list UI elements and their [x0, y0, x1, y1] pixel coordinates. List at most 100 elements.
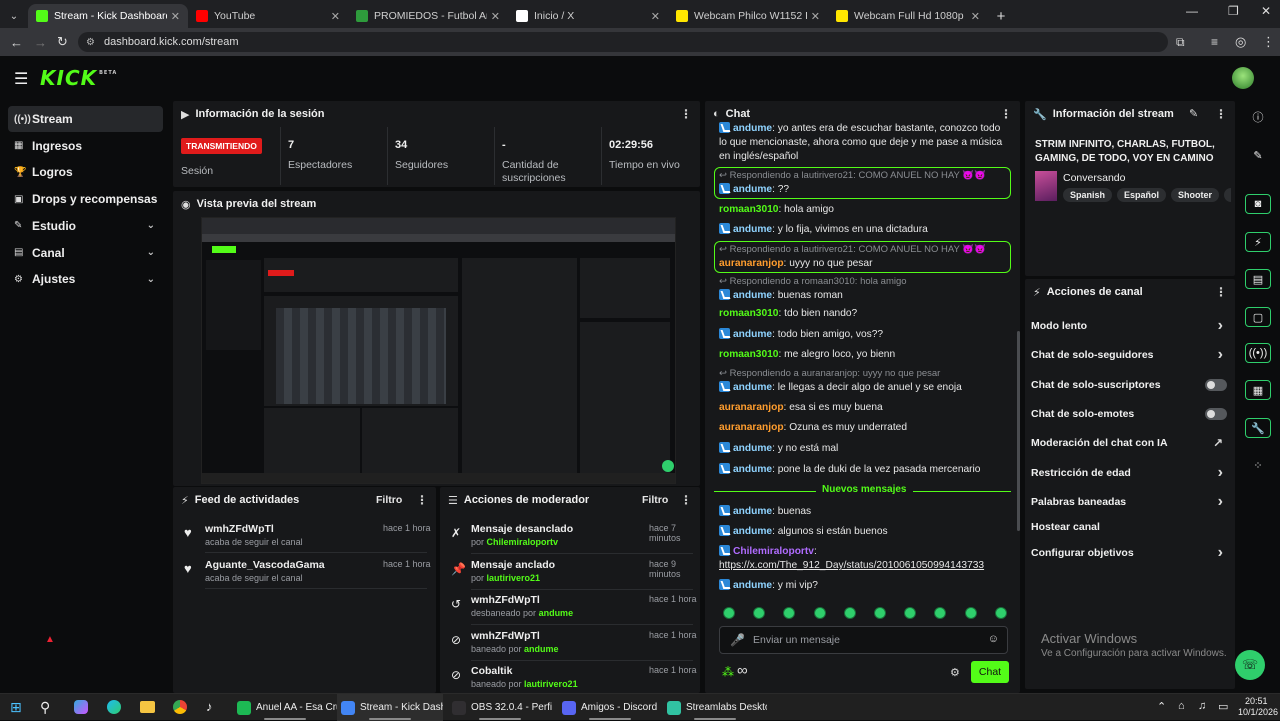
- site-info-icon[interactable]: ⚙: [86, 37, 95, 48]
- browser-tab[interactable]: Stream - Kick Dashboard ✕: [28, 4, 188, 28]
- profile-icon[interactable]: ◎: [1235, 34, 1246, 50]
- tab-close-icon[interactable]: ✕: [171, 10, 180, 23]
- stream-preview-video[interactable]: [201, 217, 676, 484]
- chat-message[interactable]: Chilemiraloportv: https://x.com/The_912_D…: [719, 545, 1009, 573]
- media-controls-icon[interactable]: ≡: [1211, 35, 1218, 49]
- chat-settings-icon[interactable]: ⚙: [950, 666, 960, 679]
- channel-action-moderaci-n-del-chat-con-ia[interactable]: Moderación del chat con IA ↗: [1031, 434, 1227, 452]
- chat-username[interactable]: auranaranjop: [719, 422, 784, 433]
- tab-close-icon[interactable]: ✕: [971, 10, 980, 23]
- chat-menu-icon[interactable]: ⋮: [1000, 107, 1012, 121]
- taskbar-app[interactable]: Stream - Kick Dash...: [337, 694, 443, 721]
- broadcast-icon[interactable]: ((•)): [1245, 343, 1271, 363]
- file-explorer-icon[interactable]: [140, 701, 155, 713]
- chat-username[interactable]: romaan3010: [719, 349, 778, 360]
- mod-action-user[interactable]: lautirivero21: [524, 679, 578, 689]
- forward-icon[interactable]: →: [34, 35, 47, 50]
- chat-message[interactable]: andume: yo antes era de escuchar bastant…: [719, 122, 1009, 164]
- channel-action-palabras-baneadas[interactable]: Palabras baneadas ›: [1031, 493, 1227, 511]
- taskbar-app[interactable]: Amigos - Discord: [558, 694, 662, 721]
- tab-close-icon[interactable]: ✕: [811, 10, 820, 23]
- mod-filter-button[interactable]: Filtro: [642, 494, 668, 506]
- emote-icon[interactable]: [813, 607, 826, 619]
- taskbar-app[interactable]: OBS 32.0.4 - Perfil: ...: [448, 694, 552, 721]
- chat-username[interactable]: andume: [733, 224, 772, 235]
- browser-tab[interactable]: Webcam Philco W1152 Full Hd ✕: [668, 4, 828, 28]
- toggle-switch[interactable]: [1205, 379, 1227, 391]
- chat-username[interactable]: romaan3010: [719, 204, 778, 215]
- sidebar-item-drops[interactable]: ▣ Drops y recompensas: [8, 186, 163, 212]
- channel-action-chat-de-solo-suscriptores[interactable]: Chat de solo-suscriptores: [1031, 376, 1227, 394]
- tiktok-icon[interactable]: ♪: [206, 699, 213, 714]
- stream-tag[interactable]: Shooter: [1171, 188, 1220, 202]
- chrome-icon[interactable]: [173, 700, 187, 714]
- layout-icon[interactable]: ▦: [1245, 380, 1271, 400]
- edit-icon[interactable]: ✎: [1245, 145, 1271, 165]
- volume-icon[interactable]: ♫: [1198, 700, 1206, 712]
- chat-message[interactable]: ↩ Respondiendo a romaan3010: hola amigo a…: [719, 275, 1009, 303]
- mod-action-user[interactable]: andume: [524, 644, 559, 654]
- chat-message[interactable]: auranaranjop: Ozuna es muy underrated: [719, 421, 1009, 435]
- chat-message[interactable]: ↩ Respondiendo a lautirivero21: COMO ANU…: [719, 243, 1009, 271]
- chat-username[interactable]: andume: [733, 290, 772, 301]
- browser-tab[interactable]: PROMIEDOS - Futbol Argentino ✕: [348, 4, 508, 28]
- users-icon[interactable]: ⁘: [1245, 455, 1271, 475]
- mod-action-user[interactable]: andume: [539, 608, 574, 618]
- tab-search-button[interactable]: ⌄: [0, 4, 28, 28]
- chat-message[interactable]: auranaranjop: esa si es muy buena: [719, 401, 1009, 415]
- reload-icon[interactable]: ↻: [57, 34, 68, 50]
- category-thumbnail[interactable]: [1035, 171, 1057, 201]
- channel-action-hostear-canal[interactable]: Hostear canal: [1031, 518, 1227, 536]
- category-name[interactable]: Conversando: [1063, 172, 1125, 184]
- emote-icon[interactable]: [874, 607, 886, 619]
- chat-username[interactable]: andume: [733, 123, 772, 134]
- chat-message[interactable]: andume: y lo fija, vivimos en una dictad…: [719, 223, 1009, 237]
- tab-close-icon[interactable]: ✕: [491, 10, 500, 23]
- feed-username[interactable]: wmhZFdWpTl: [205, 523, 274, 535]
- chat-message[interactable]: romaan3010: tdo bien nando?: [719, 307, 1009, 321]
- search-icon[interactable]: ⚲: [40, 699, 50, 716]
- sidebar-item-canal[interactable]: ▤ Canal ⌄: [8, 240, 163, 266]
- sidebar-item-logros[interactable]: 🏆 Logros: [8, 159, 163, 185]
- channel-actions-menu-icon[interactable]: ⋮: [1215, 285, 1227, 299]
- stream-info-menu-icon[interactable]: ⋮: [1215, 107, 1227, 121]
- new-messages-divider[interactable]: Nuevos mensajes: [714, 484, 1011, 498]
- mod-actions-menu-icon[interactable]: ⋮: [680, 493, 692, 507]
- browser-tab[interactable]: Inicio / X ✕: [508, 4, 668, 28]
- chat-username[interactable]: auranaranjop: [719, 402, 784, 413]
- emote-icon[interactable]: [964, 607, 977, 619]
- user-avatar[interactable]: [1232, 67, 1254, 89]
- chat-username[interactable]: auranaranjop: [719, 258, 784, 269]
- show-hidden-icons-icon[interactable]: ⌃: [1157, 700, 1166, 713]
- browser-tab[interactable]: Webcam Full Hd 1080p Camara ✕: [828, 4, 988, 28]
- feed-username[interactable]: Aguante_VascodaGama: [205, 559, 325, 571]
- toggle-switch[interactable]: [1205, 408, 1227, 420]
- clock-date[interactable]: 10/1/2026: [1238, 707, 1278, 717]
- edit-stream-info-icon[interactable]: ✎: [1189, 107, 1198, 120]
- channel-points-icon[interactable]: ⁂: [722, 665, 734, 679]
- chat-username[interactable]: andume: [733, 580, 772, 591]
- sidebar-item-stream[interactable]: ((•)) Stream: [8, 106, 163, 132]
- mod-action-user[interactable]: Chilemiraloportv: [487, 537, 559, 547]
- hamburger-menu-icon[interactable]: ☰: [14, 69, 28, 89]
- new-tab-button[interactable]: +: [988, 4, 1014, 28]
- chat-message[interactable]: romaan3010: me alegro loco, yo bienn: [719, 348, 1009, 362]
- sidebar-item-estudio[interactable]: ✎ Estudio ⌄: [8, 213, 163, 239]
- channel-action-chat-de-solo-emotes[interactable]: Chat de solo-emotes: [1031, 405, 1227, 423]
- send-chat-button[interactable]: Chat: [971, 661, 1009, 683]
- microphone-icon[interactable]: 🎤: [730, 633, 745, 647]
- chat-message[interactable]: andume: buenas: [719, 505, 1009, 519]
- restore-window-button[interactable]: ❐: [1228, 4, 1239, 18]
- chat-input-box[interactable]: 🎤 Enviar un mensaje ☺: [719, 626, 1008, 654]
- close-window-button[interactable]: ✕: [1261, 4, 1271, 18]
- stream-tag[interactable]: chill: [1224, 188, 1231, 202]
- minimize-window-button[interactable]: —: [1186, 4, 1198, 18]
- kick-logo[interactable]: KICK BETA: [40, 66, 117, 90]
- chat-username[interactable]: Chilemiraloportv: [733, 546, 814, 557]
- chat-message[interactable]: andume: todo bien amigo, vos??: [719, 328, 1009, 342]
- emote-icon[interactable]: [994, 607, 1007, 619]
- support-chat-button[interactable]: ☏: [1235, 650, 1265, 680]
- chat-username[interactable]: romaan3010: [719, 308, 778, 319]
- network-icon[interactable]: ⌂: [1178, 700, 1185, 712]
- channel-action-chat-de-solo-seguidores[interactable]: Chat de solo-seguidores ›: [1031, 346, 1227, 364]
